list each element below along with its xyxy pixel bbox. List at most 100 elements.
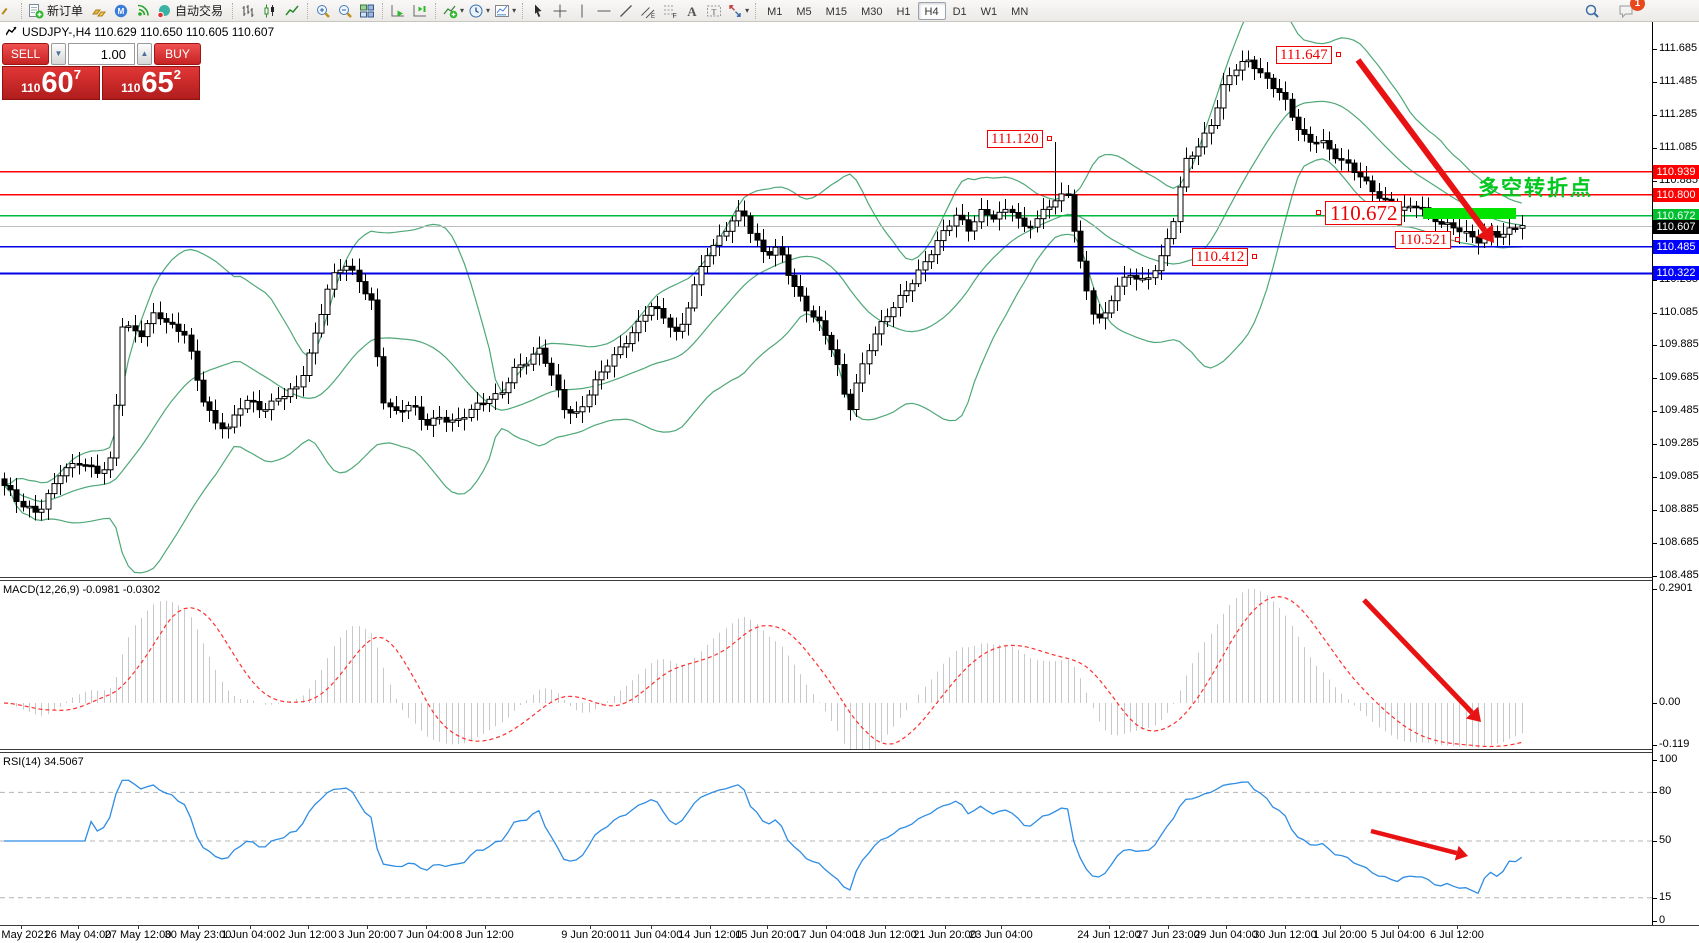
auto-scroll-button[interactable] (387, 1, 409, 21)
templates-button[interactable]: ▾ (492, 1, 518, 21)
macd-panel-canvas[interactable] (0, 582, 1652, 749)
equidistant-channel-tool-button[interactable]: E (637, 1, 659, 21)
toolbar-separator (755, 3, 756, 19)
search-button[interactable] (1581, 1, 1603, 21)
arrows-tool-button[interactable]: ▾ (725, 1, 751, 21)
cursor-tool-button[interactable] (527, 1, 549, 21)
toolbar-separator (435, 3, 436, 19)
toolbar-separator (21, 3, 22, 19)
lot-decrease-button[interactable]: ▼ (51, 43, 66, 65)
timeframe-button-m15[interactable]: M15 (819, 2, 854, 20)
lot-size-input[interactable] (68, 43, 135, 65)
market-watch-icon[interactable] (88, 1, 110, 21)
price-tag[interactable]: 110.412 (1192, 248, 1248, 266)
macd-axis-label: 0.2901 (1659, 582, 1693, 594)
timeframe-button-mn[interactable]: MN (1004, 2, 1035, 20)
time-axis-label: 17 Jun 04:00 (794, 929, 858, 941)
rsi-axis-label: 50 (1659, 834, 1671, 846)
time-axis-label: 1 Jun 04:00 (221, 929, 279, 941)
horizontal-line-tool-button[interactable] (593, 1, 615, 21)
tag-anchor-square (1047, 136, 1052, 141)
price-axis-tick (1652, 345, 1657, 346)
price-tag[interactable]: 110.672 (1325, 201, 1402, 225)
rsi-panel-canvas[interactable] (0, 753, 1652, 925)
price-tag[interactable]: 110.521 (1395, 231, 1451, 249)
price-axis-label: 109.485 (1659, 404, 1699, 416)
price-axis-badge: 110.322 (1653, 266, 1699, 280)
buy-price-button[interactable]: 110652 (102, 66, 200, 100)
buy-button[interactable]: BUY (154, 43, 201, 65)
auto-trading-button[interactable]: 自动交易 (154, 1, 228, 21)
new-order-button-label: 新订单 (47, 2, 83, 19)
bull-bear-annotation-text[interactable]: 多空转折点 (1478, 172, 1593, 202)
timeframe-button-m30[interactable]: M30 (854, 2, 889, 20)
auto-trading-button-label: 自动交易 (175, 2, 223, 19)
tag-anchor-square (1316, 210, 1321, 215)
crosshair-tool-button[interactable] (549, 1, 571, 21)
rsi-axis-label: 80 (1659, 785, 1671, 797)
rsi-axis-label: 15 (1659, 891, 1671, 903)
time-axis-label: 3 Jun 20:00 (338, 929, 396, 941)
time-axis-label: 14 Jun 12:00 (678, 929, 742, 941)
time-axis-label: 30 Jun 12:00 (1253, 929, 1317, 941)
timeframe-button-d1[interactable]: D1 (946, 2, 974, 20)
time-axis-label: 9 Jun 20:00 (561, 929, 619, 941)
price-axis-tick (1652, 411, 1657, 412)
timeframe-button-m5[interactable]: M5 (789, 2, 818, 20)
bar-chart-button[interactable] (237, 1, 259, 21)
signals-icon[interactable] (132, 1, 154, 21)
main-chart-canvas[interactable] (0, 22, 1652, 578)
community-icon[interactable]: M (110, 1, 132, 21)
trendline-tool-button[interactable] (615, 1, 637, 21)
price-tag[interactable]: 111.120 (987, 130, 1043, 148)
zoom-out-button[interactable] (334, 1, 356, 21)
new-order-button[interactable]: 新订单 (26, 1, 88, 21)
time-axis-label: 18 Jun 12:00 (853, 929, 917, 941)
price-axis-badge: 110.485 (1653, 240, 1699, 254)
zoom-in-button[interactable] (312, 1, 334, 21)
vertical-line-tool-button[interactable] (571, 1, 593, 21)
sell-button[interactable]: SELL (2, 43, 49, 65)
timeframe-button-m1[interactable]: M1 (760, 2, 789, 20)
chart-shift-button[interactable] (409, 1, 431, 21)
sell-price-button[interactable]: 110607 (2, 66, 100, 100)
svg-text:F: F (673, 13, 677, 19)
price-axis-badge: 110.939 (1653, 165, 1699, 179)
svg-text:A: A (687, 4, 697, 19)
price-axis-tick (1652, 313, 1657, 314)
price-tag[interactable]: 111.647 (1276, 46, 1332, 64)
periods-button[interactable]: ▾ (466, 1, 492, 21)
time-axis[interactable]: 4 May 202126 May 04:0027 May 12:0030 May… (0, 925, 1699, 943)
timeframe-button-h4[interactable]: H4 (918, 2, 946, 20)
price-axis-tick (1652, 444, 1657, 445)
tag-anchor-square (1336, 52, 1341, 57)
price-axis-tick (1652, 510, 1657, 511)
lot-increase-button[interactable]: ▲ (137, 43, 152, 65)
candlestick-chart-button[interactable] (259, 1, 281, 21)
text-tool-button[interactable]: A (681, 1, 703, 21)
indicators-button[interactable]: ▾ (440, 1, 466, 21)
mt4-window: 新订单M自动交易▾▾▾EFAT▾M1M5M15M30H1H4D1W1MN1 11… (0, 0, 1699, 943)
time-axis-label: 29 Jun 04:00 (1194, 929, 1258, 941)
time-axis-label: 27 May 12:00 (105, 929, 172, 941)
rsi-axis-tick (1652, 841, 1657, 842)
timeframe-button-w1[interactable]: W1 (974, 2, 1005, 20)
time-axis-label: 21 Jun 20:00 (913, 929, 977, 941)
time-axis-label: 2 Jun 12:00 (279, 929, 337, 941)
tile-windows-button[interactable] (356, 1, 378, 21)
fibonacci-tool-button[interactable]: F (659, 1, 681, 21)
time-axis-label: 26 May 04:00 (45, 929, 112, 941)
timeframe-button-h1[interactable]: H1 (889, 2, 917, 20)
text-label-tool-button[interactable]: T (703, 1, 725, 21)
toolbar-right-group: 1 (1581, 1, 1637, 21)
toolbar-separator (522, 3, 523, 19)
toolbar-separator (232, 3, 233, 19)
line-chart-button[interactable] (281, 1, 303, 21)
panel-separator[interactable] (0, 749, 1652, 753)
price-axis-label: 108.485 (1659, 569, 1699, 581)
time-axis-label: 1 Jul 20:00 (1313, 929, 1367, 941)
notifications-button[interactable]: 1 (1615, 1, 1637, 21)
panel-separator[interactable] (0, 577, 1652, 581)
price-axis-badge: 110.607 (1653, 220, 1699, 234)
svg-text:E: E (651, 14, 655, 19)
